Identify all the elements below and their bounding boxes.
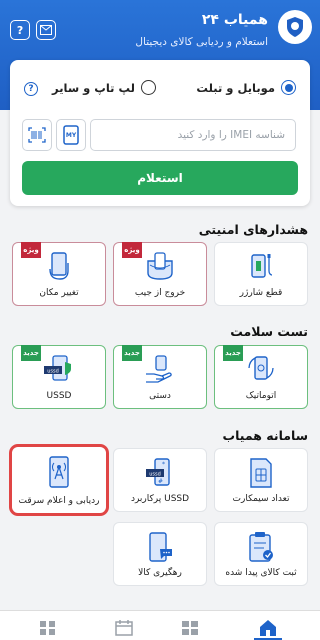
grid-list-icon[interactable] — [178, 617, 202, 639]
auto-test-icon — [245, 354, 277, 388]
special-badge: ویژه — [21, 242, 41, 258]
radio-laptop[interactable]: لپ تاپ و سایر — [52, 80, 156, 95]
tile-track-item[interactable]: رهگیری کالا — [113, 522, 207, 586]
new-badge: جدید — [223, 345, 243, 361]
radio-mobile-dot[interactable] — [281, 80, 296, 95]
new-badge: جدید — [21, 345, 41, 361]
tile-register-found[interactable]: ثبت کالای پیدا شده — [214, 522, 308, 586]
manual-test-icon — [144, 354, 176, 388]
tile-label: USSD — [46, 391, 72, 401]
calendar-icon[interactable] — [112, 617, 136, 639]
special-badge: ویژه — [122, 242, 142, 258]
radio-laptop-dot[interactable] — [141, 80, 156, 95]
tile-label: رهگیری کالا — [138, 568, 182, 578]
tile-label: USSD پرکاربرد — [130, 494, 190, 504]
tile-label: قطع شارژر — [239, 288, 283, 298]
tile-label: ردیابی و اعلام سرقت — [18, 496, 100, 506]
imei-input[interactable]: شناسه IMEI را وارد کنید — [90, 119, 296, 151]
ussd-shield-icon: ussd — [41, 354, 77, 388]
tile-theft-report[interactable]: ردیابی و اعلام سرقت — [9, 444, 109, 516]
radio-mobile[interactable]: موبایل و تبلت — [196, 80, 296, 95]
my-device-button[interactable]: MY — [56, 119, 86, 151]
tile-automatic[interactable]: جدید اتوماتیک — [214, 345, 308, 409]
card-help-icon[interactable]: ? — [24, 82, 38, 96]
clipboard-icon — [246, 531, 276, 567]
health-title: تست سلامت — [230, 324, 308, 339]
charger-icon — [246, 251, 276, 285]
help-icon[interactable]: ? — [10, 20, 30, 40]
mail-icon[interactable] — [36, 20, 56, 40]
tile-label: تعداد سیمکارت — [232, 494, 290, 504]
tile-leave-pocket[interactable]: ویژه خروج از جیب — [113, 242, 207, 306]
tile-location-change[interactable]: ویژه تغییر مکان — [12, 242, 106, 306]
svg-text:#: # — [158, 478, 163, 485]
barcode-scan-icon[interactable] — [22, 119, 52, 151]
tile-ussd-test[interactable]: جدید ussd USSD — [12, 345, 106, 409]
svg-text:ussd: ussd — [149, 472, 161, 478]
phone-chat-icon — [144, 531, 176, 567]
svg-text:*: * — [162, 461, 165, 468]
tile-charger-disconnect[interactable]: قطع شارژر — [214, 242, 308, 306]
tile-manual[interactable]: جدید دستی — [113, 345, 207, 409]
radio-laptop-label: لپ تاپ و سایر — [52, 80, 135, 95]
pocket-icon — [144, 251, 176, 285]
tile-label: تغییر مکان — [39, 288, 79, 298]
app-logo — [278, 10, 312, 44]
system-title: سامانه همیاب — [222, 428, 308, 443]
radio-mobile-label: موبایل و تبلت — [196, 80, 275, 95]
tracking-antenna-icon — [44, 455, 74, 493]
inquiry-button[interactable]: استعلام — [22, 161, 298, 195]
tile-label: خروج از جیب — [134, 288, 186, 298]
tile-label: اتوماتیک — [245, 391, 277, 401]
apps-icon[interactable] — [36, 617, 60, 639]
svg-text:ussd: ussd — [47, 369, 59, 375]
sim-card-icon — [248, 457, 274, 493]
tile-popular-ussd[interactable]: ussd * # USSD پرکاربرد — [113, 448, 207, 512]
home-icon[interactable] — [256, 617, 280, 639]
app-subtitle: استعلام و ردیابی کالای دیجیتال — [135, 36, 268, 48]
alerts-title: هشدارهای امنیتی — [198, 222, 308, 237]
hand-phone-icon — [44, 251, 74, 285]
app-title: همیاب ۲۴ — [201, 12, 268, 28]
tile-sim-count[interactable]: تعداد سیمکارت — [214, 448, 308, 512]
new-badge: جدید — [122, 345, 142, 361]
inquiry-card: موبایل و تبلت لپ تاپ و سایر ? شناسه IMEI… — [10, 60, 310, 206]
bottom-nav — [0, 610, 320, 640]
tile-label: ثبت کالای پیدا شده — [225, 568, 297, 578]
my-label: MY — [65, 131, 77, 139]
tile-label: دستی — [149, 391, 171, 401]
ussd-icon: ussd * # — [143, 457, 177, 493]
